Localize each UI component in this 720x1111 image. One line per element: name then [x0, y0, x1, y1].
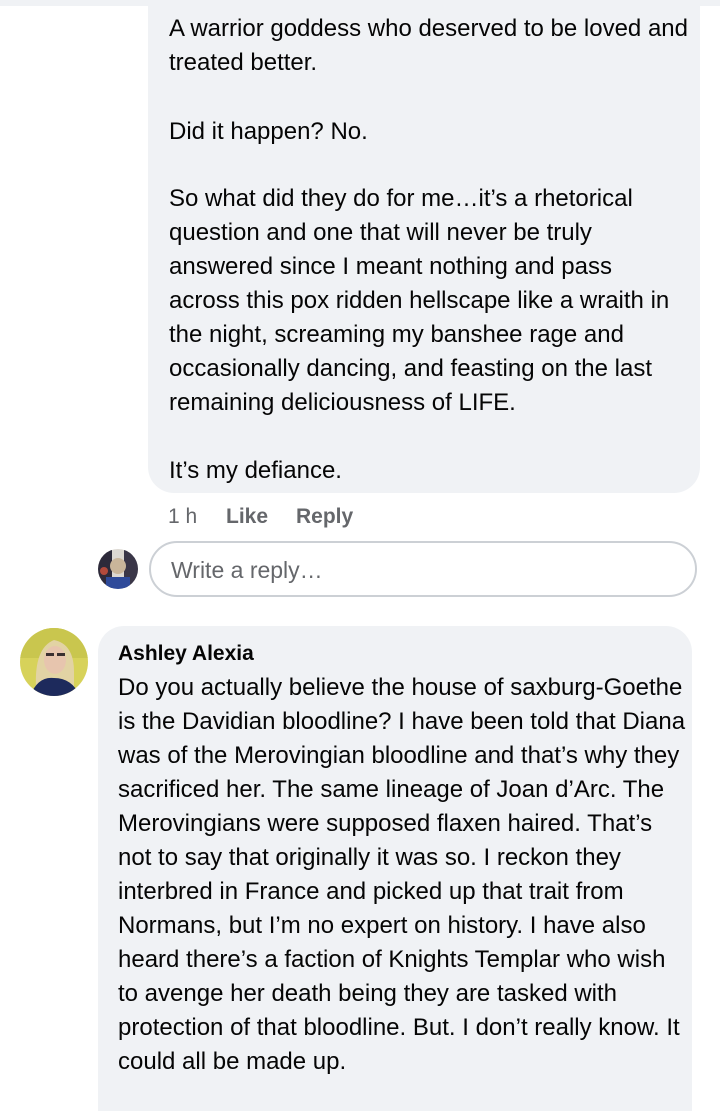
- reply-button[interactable]: Reply: [296, 502, 353, 532]
- comment-text: Do you actually believe the house of sax…: [118, 674, 686, 1075]
- comment-author[interactable]: Ashley Alexia: [118, 640, 254, 668]
- reply-input-box[interactable]: [149, 541, 697, 597]
- avatar[interactable]: [98, 549, 138, 589]
- comment-bubble: Ashley Alexia Do you actually believe th…: [98, 626, 692, 1111]
- user-avatar-icon: [98, 549, 138, 589]
- reply-comment-bubble: A warrior goddess who deserved to be lov…: [148, 0, 700, 493]
- comment-paragraph: Did it happen? No.: [169, 118, 368, 145]
- user-avatar-icon: [20, 628, 88, 696]
- avatar[interactable]: [20, 628, 88, 696]
- comment-paragraph: So what did they do for me…it’s a rhetor…: [169, 185, 670, 416]
- reply-input[interactable]: [169, 551, 673, 589]
- comment-thread: A warrior goddess who deserved to be lov…: [0, 0, 720, 1111]
- comment-timestamp[interactable]: 1 h: [168, 502, 197, 532]
- comment-paragraph: A warrior goddess who deserved to be lov…: [169, 15, 688, 76]
- like-button[interactable]: Like: [226, 502, 268, 532]
- comment-paragraph: It’s my defiance.: [169, 457, 342, 484]
